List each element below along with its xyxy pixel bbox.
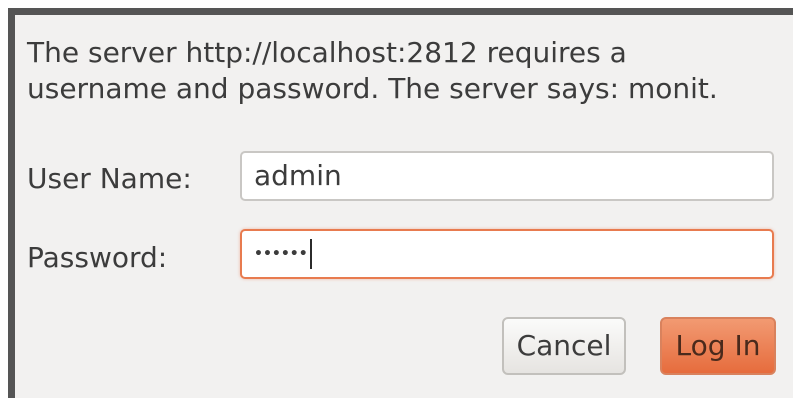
dialog-border-top [8, 8, 793, 15]
auth-dialog: The server http://localhost:2812 require… [15, 15, 793, 398]
password-label: Password: [27, 241, 168, 274]
username-field[interactable]: admin [240, 151, 774, 201]
log-in-button[interactable]: Log In [660, 317, 776, 375]
auth-message-line1: The server http://localhost:2812 require… [27, 36, 627, 69]
screenshot-frame: The server http://localhost:2812 require… [0, 0, 793, 398]
auth-message: The server http://localhost:2812 require… [27, 35, 787, 107]
cancel-button[interactable]: Cancel [502, 317, 626, 375]
username-label: User Name: [27, 162, 192, 195]
password-field[interactable]: •••••• [240, 229, 774, 279]
password-mask: •••••• [254, 246, 308, 262]
username-value: admin [254, 159, 342, 192]
auth-message-line2: username and password. The server says: … [27, 72, 718, 105]
text-caret [309, 239, 312, 269]
dialog-border-left [8, 8, 15, 398]
